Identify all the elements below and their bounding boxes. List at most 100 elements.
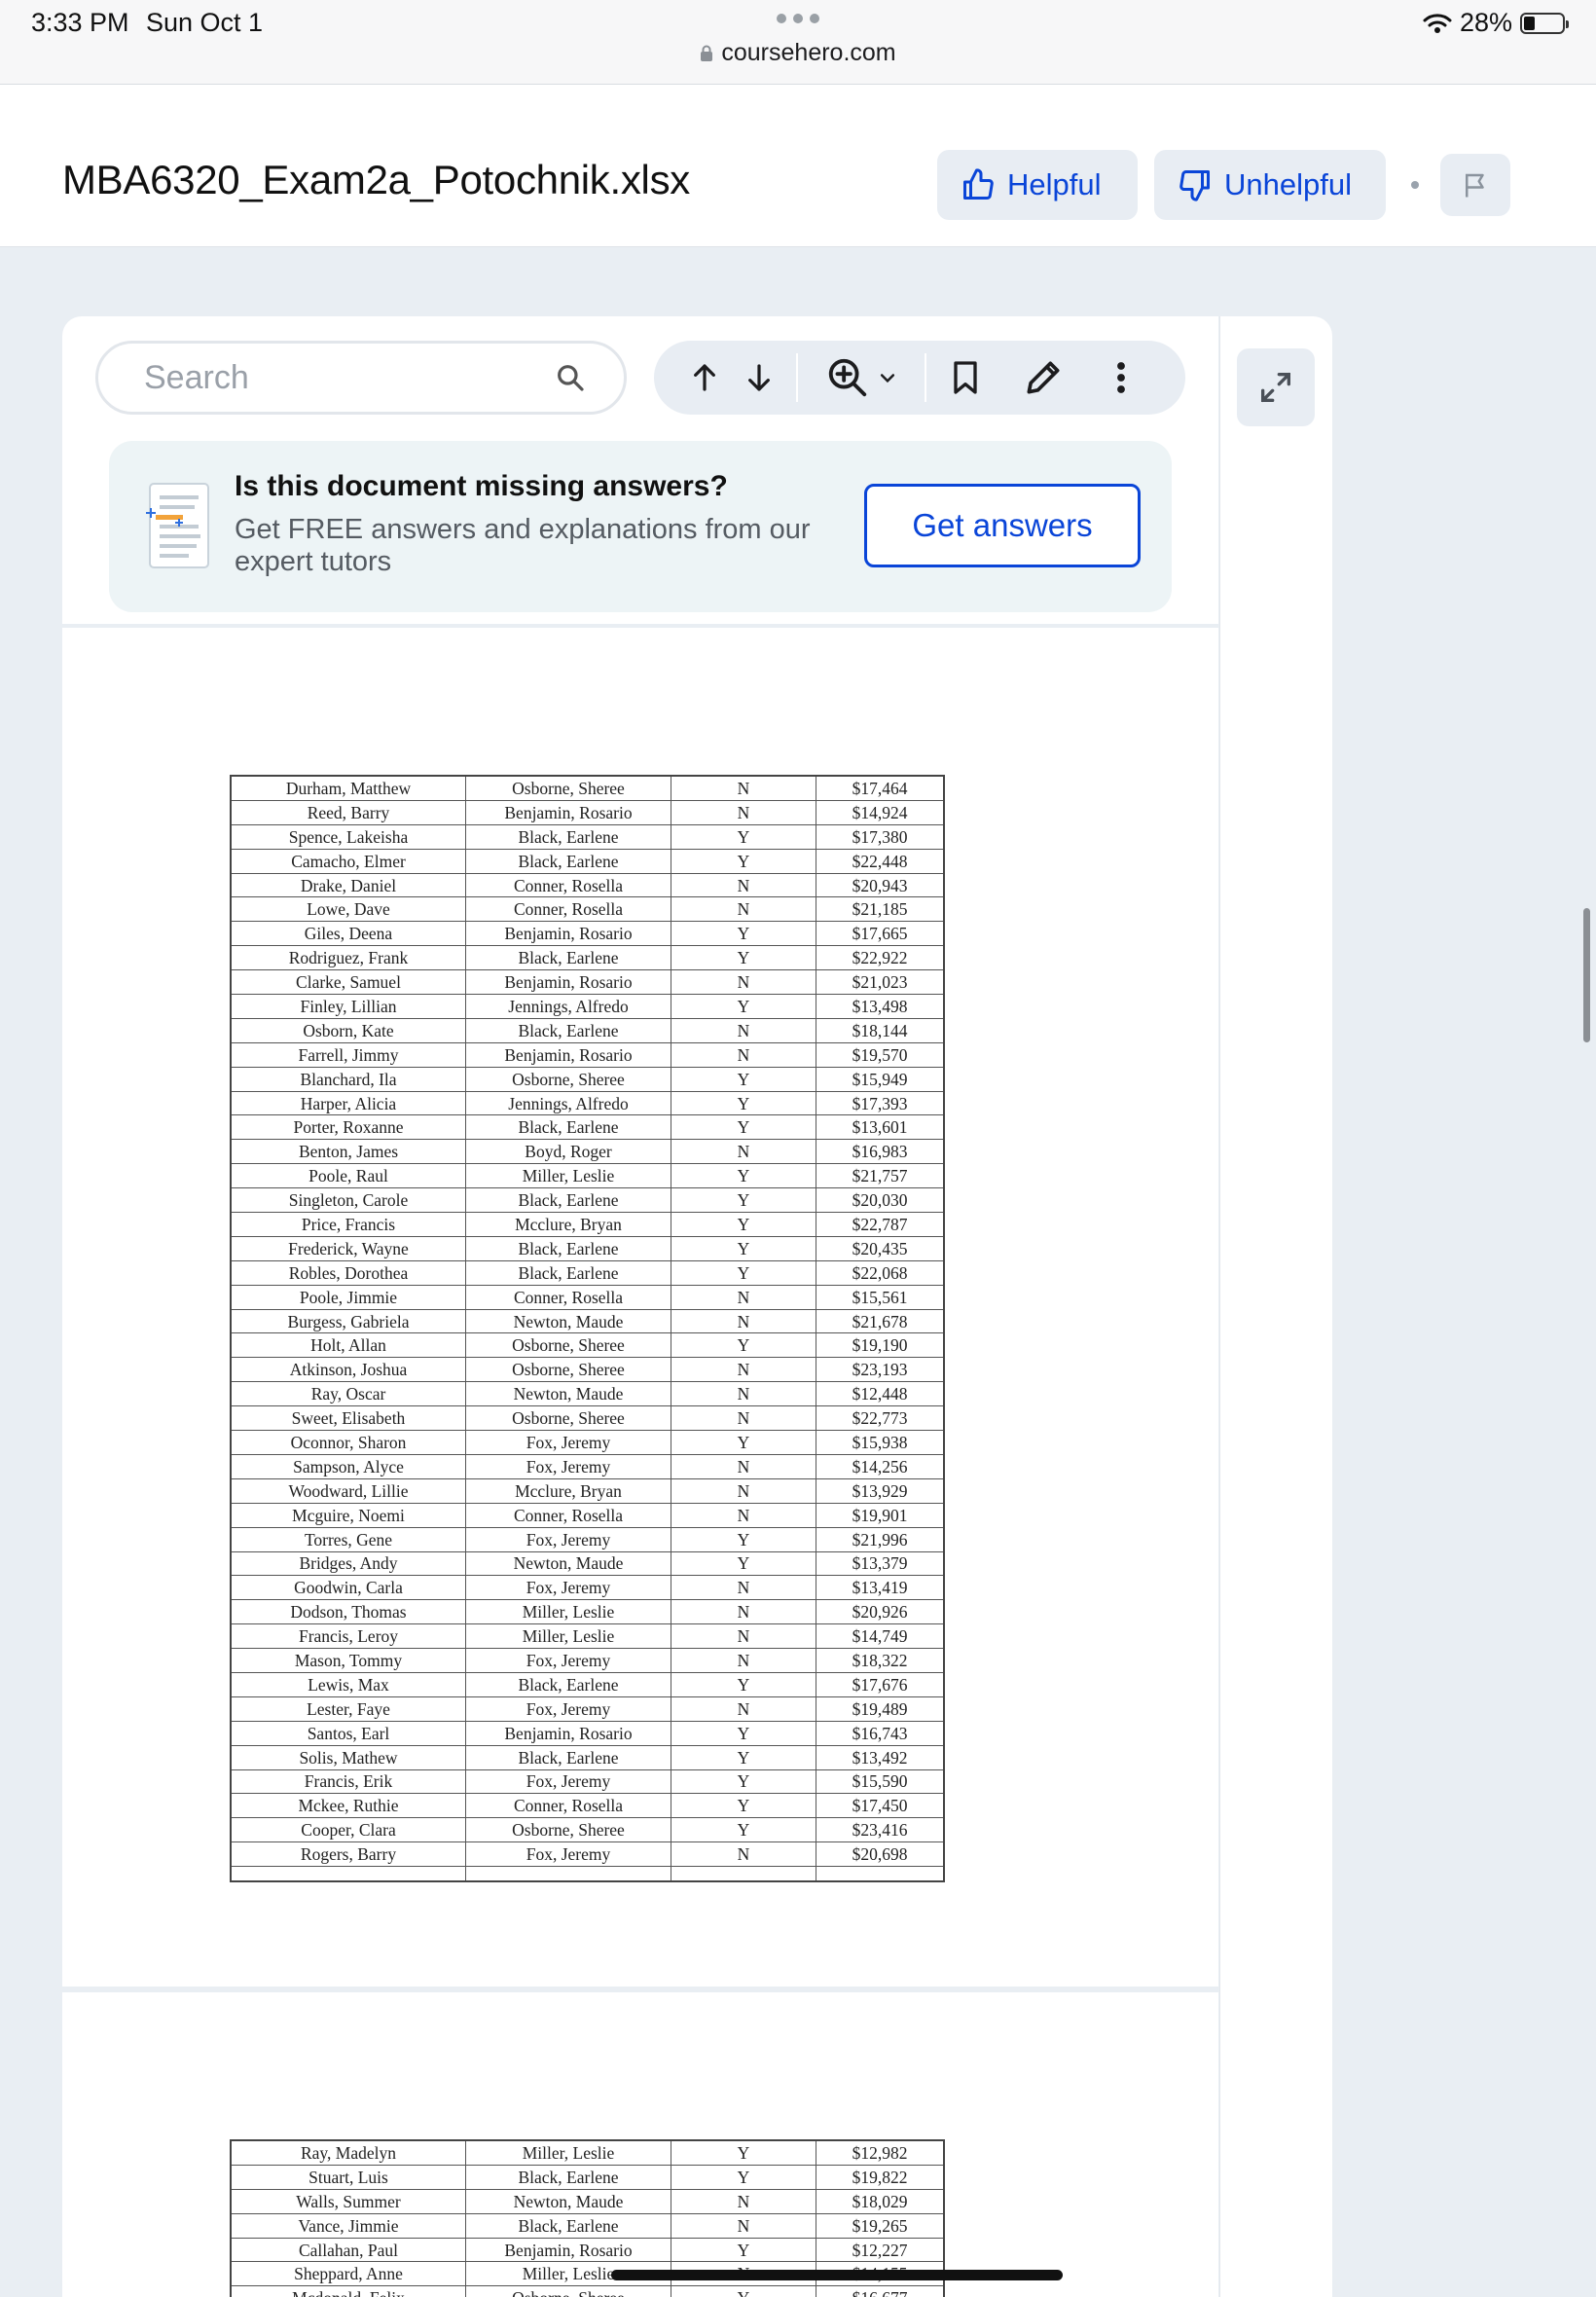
advisor-cell: Benjamin, Rosario (465, 2237, 671, 2263)
advisor-cell: Conner, Rosella (465, 1793, 671, 1819)
separator-dot (1411, 181, 1419, 189)
amount-cell: $23,416 (816, 1817, 945, 1843)
advisor-cell: Benjamin, Rosario (465, 1720, 671, 1746)
advisor-cell: Conner, Rosella (465, 896, 671, 923)
table-row: Callahan, Paul Benjamin, Rosario Y $12,227 (230, 2237, 945, 2263)
search-icon[interactable] (555, 362, 586, 393)
table-row: Burgess, Gabriela Newton, Maude N $21,678 (230, 1308, 945, 1334)
student-name-cell: Robles, Dorothea (230, 1259, 466, 1286)
annotate-button[interactable] (1004, 341, 1082, 415)
student-name-cell: Dodson, Thomas (230, 1599, 466, 1625)
student-name-cell: Lewis, Max (230, 1671, 466, 1697)
pencil-icon (1027, 361, 1060, 394)
previous-match-button[interactable] (677, 341, 732, 415)
table-row: Drake, Daniel Conner, Rosella N $20,943 (230, 872, 945, 898)
amount-cell: $21,023 (816, 969, 945, 996)
student-name-cell: Mason, Tommy (230, 1648, 466, 1673)
zoom-button[interactable] (798, 341, 925, 415)
table-row: Ray, Madelyn Miller, Leslie Y $12,982 (230, 2139, 945, 2166)
scrollbar-thumb[interactable] (1583, 908, 1590, 1042)
home-indicator[interactable] (611, 2270, 1063, 2280)
advisor-cell: Osborne, Sheree (465, 2285, 671, 2297)
flag-cell: N (671, 2212, 816, 2239)
student-name-cell: Mcdonald, Felix (230, 2285, 466, 2297)
chevron-down-icon (880, 374, 895, 383)
student-name-cell: Francis, Erik (230, 1768, 466, 1795)
table-row: Farrell, Jimmy Benjamin, Rosario N $19,570 (230, 1041, 945, 1068)
student-name-cell: Lester, Faye (230, 1695, 466, 1722)
table-row: Finley, Lillian Jennings, Alfredo Y $13,498 (230, 994, 945, 1019)
search-box[interactable] (95, 341, 627, 415)
table-row: Frederick, Wayne Black, Earlene Y $20,435 (230, 1235, 945, 1261)
flag-cell: N (671, 872, 816, 898)
advisor-cell: Fox, Jeremy (465, 1575, 671, 1601)
flag-cell: Y (671, 1768, 816, 1795)
viewer-toolbar (654, 341, 1185, 415)
fullscreen-button[interactable] (1237, 348, 1315, 426)
arrow-up-icon (694, 364, 715, 391)
table-row: Reed, Barry Benjamin, Rosario N $14,924 (230, 799, 945, 825)
table-row: Durham, Matthew Osborne, Sheree N $17,464 (230, 775, 945, 801)
amount-cell: $20,030 (816, 1187, 945, 1214)
advisor-cell: Miller, Leslie (465, 2139, 671, 2166)
flag-cell: N (671, 1381, 816, 1407)
student-name-cell: Burgess, Gabriela (230, 1308, 466, 1334)
url-text: coursehero.com (721, 39, 896, 66)
student-name-cell: Torres, Gene (230, 1526, 466, 1552)
get-answers-button[interactable]: Get answers (864, 484, 1141, 567)
advisor-cell: Benjamin, Rosario (465, 969, 671, 996)
battery-icon (1520, 12, 1569, 34)
next-match-button[interactable] (732, 341, 786, 415)
helpful-button[interactable]: Helpful (937, 150, 1138, 220)
search-input[interactable] (142, 357, 555, 398)
student-name-cell: Sampson, Alyce (230, 1453, 466, 1479)
flag-cell: N (671, 1599, 816, 1625)
document-viewer[interactable]: Is this document missing answers? Get FR… (62, 316, 1218, 2297)
amount-cell: $17,665 (816, 921, 945, 947)
student-name-cell: Ray, Oscar (230, 1381, 466, 1407)
missing-answers-banner: Is this document missing answers? Get FR… (109, 441, 1172, 612)
report-button[interactable] (1440, 154, 1510, 216)
flag-cell: Y (671, 1163, 816, 1189)
flag-cell: Y (671, 1817, 816, 1843)
flag-cell: N (671, 1502, 816, 1528)
page-divider (62, 1987, 1218, 1992)
student-name-cell: Cooper, Clara (230, 1817, 466, 1843)
student-name-cell: Atkinson, Joshua (230, 1357, 466, 1383)
flag-cell: Y (671, 1744, 816, 1770)
table-row: Francis, Erik Fox, Jeremy Y $15,590 (230, 1768, 945, 1795)
table-row: Holt, Allan Osborne, Sheree Y $19,190 (230, 1332, 945, 1359)
flag-cell: N (671, 1648, 816, 1673)
flag-cell: Y (671, 994, 816, 1019)
student-name-cell: Frederick, Wayne (230, 1235, 466, 1261)
advisor-cell: Osborne, Sheree (465, 775, 671, 801)
more-options-button[interactable] (1082, 341, 1160, 415)
flag-cell: Y (671, 1526, 816, 1552)
bookmark-button[interactable] (926, 341, 1004, 415)
table-row: Santos, Earl Benjamin, Rosario Y $16,743 (230, 1720, 945, 1746)
amount-cell: $17,450 (816, 1793, 945, 1819)
amount-cell: $19,822 (816, 2164, 945, 2190)
flag-cell: N (671, 1308, 816, 1334)
student-name-cell: Holt, Allan (230, 1332, 466, 1359)
advisor-cell: Black, Earlene (465, 823, 671, 850)
amount-cell: $12,982 (816, 2139, 945, 2166)
student-name-cell: Benton, James (230, 1139, 466, 1165)
amount-cell: $20,943 (816, 872, 945, 898)
unhelpful-button[interactable]: Unhelpful (1154, 150, 1386, 220)
amount-cell: $17,393 (816, 1090, 945, 1116)
flag-cell: N (671, 799, 816, 825)
advisor-cell: Benjamin, Rosario (465, 921, 671, 947)
table-row: Stuart, Luis Black, Earlene Y $19,822 (230, 2164, 945, 2190)
advisor-cell: Black, Earlene (465, 1671, 671, 1697)
multitasking-dots-icon[interactable] (777, 14, 819, 23)
amount-cell: $15,938 (816, 1430, 945, 1455)
amount-cell: $13,498 (816, 994, 945, 1019)
table-row: Ray, Oscar Newton, Maude N $12,448 (230, 1381, 945, 1407)
advisor-cell: Black, Earlene (465, 1744, 671, 1770)
amount-cell: $16,677 (816, 2285, 945, 2297)
flag-cell: Y (671, 848, 816, 874)
flag-cell: N (671, 1841, 816, 1868)
address-bar[interactable]: coursehero.com (0, 39, 1596, 67)
empty-cell (671, 1866, 816, 1882)
